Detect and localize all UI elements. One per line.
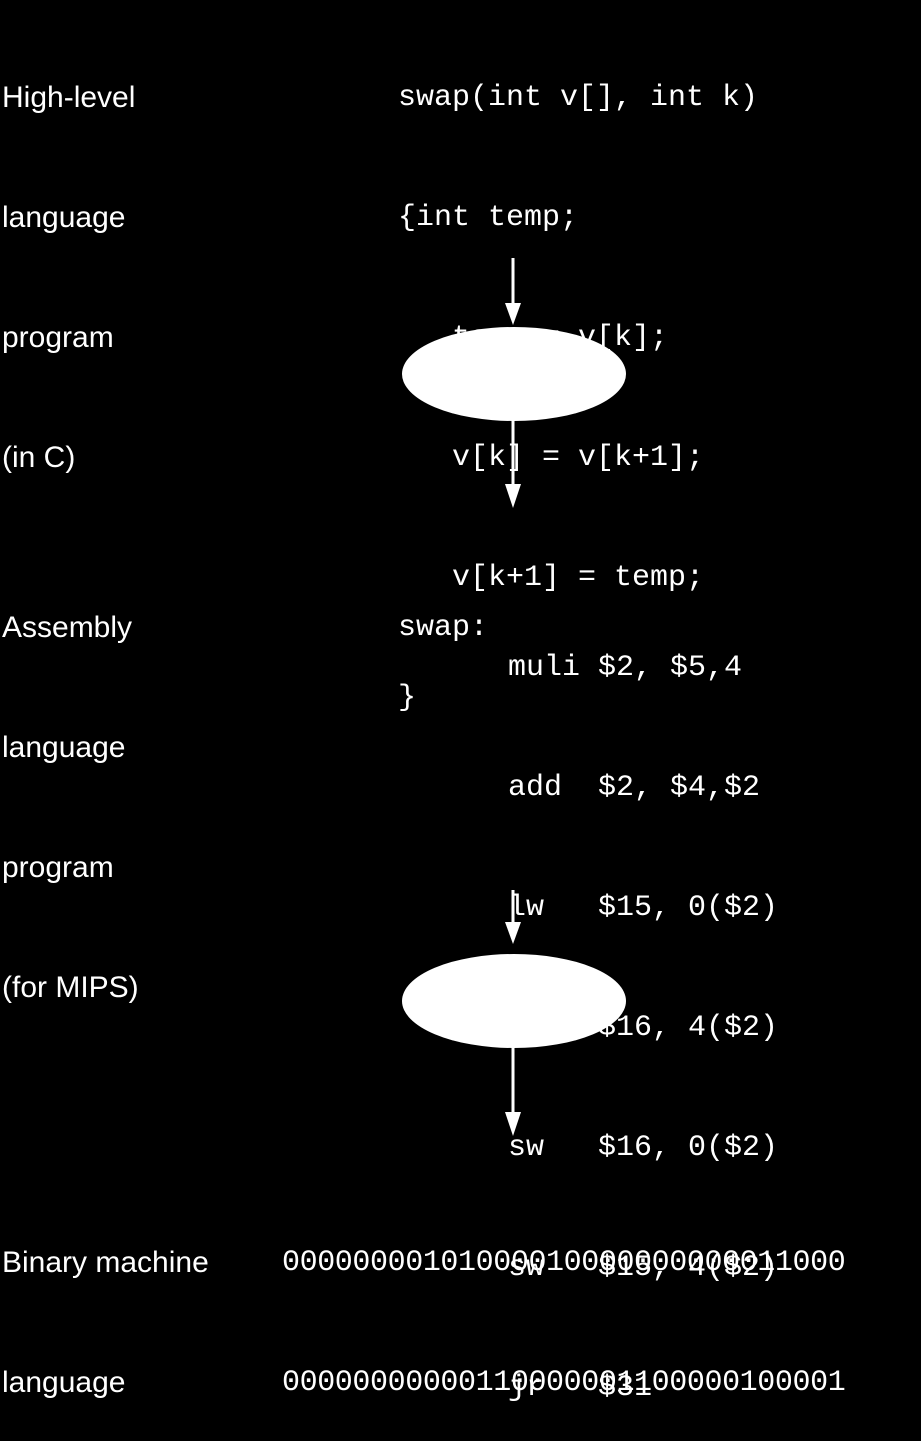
translation-hierarchy-figure: High-level language program (in C) swap(… xyxy=(0,0,921,1441)
c-code-line: temp = v[k]; xyxy=(398,321,669,355)
assembly-code-line: sw $16, 0($2) xyxy=(508,1131,779,1165)
assembly-code-line: lw $15, 0($2) xyxy=(508,891,779,925)
stage-label-line: (for MIPS) xyxy=(2,971,139,1004)
assembly-code-line: add $2, $4,$2 xyxy=(508,771,761,805)
stage-label-line: language xyxy=(2,1366,126,1399)
assembly-code-line: muli $2, $5,4 xyxy=(508,651,743,685)
c-code-line: swap(int v[], int k) xyxy=(398,81,759,115)
binary-machine-code-block: 00000000101000010000000000011000 0000000… xyxy=(282,1163,846,1441)
stage-label-high-level: High-level language program (in C) xyxy=(2,0,135,558)
stage-label-line: Assembly xyxy=(2,611,133,644)
c-code-line: v[k] = v[k+1]; xyxy=(398,441,705,475)
stage-label-line: language xyxy=(2,201,126,234)
stage-label-line: (in C) xyxy=(2,441,76,474)
stage-label-line: Binary machine xyxy=(2,1246,209,1279)
assembly-routine-label: swap: xyxy=(398,528,488,728)
stage-label-line: program xyxy=(2,321,114,354)
assembly-code-line: lw $16, 4($2) xyxy=(508,1011,779,1045)
stage-label-line: language xyxy=(2,731,126,764)
binary-code-line: 00000000000110000001100000100001 xyxy=(282,1366,846,1400)
stage-label-binary: Binary machine language program (for MIP… xyxy=(2,1163,209,1441)
stage-label-line: program xyxy=(2,851,114,884)
binary-code-line: 00000000101000010000000000011000 xyxy=(282,1246,846,1280)
stage-label-assembly: Assembly language program (for MIPS) xyxy=(2,528,139,1088)
c-code-line: {int temp; xyxy=(398,201,579,235)
stage-label-line: High-level xyxy=(2,81,136,114)
assembly-label-line: swap: xyxy=(398,611,489,645)
